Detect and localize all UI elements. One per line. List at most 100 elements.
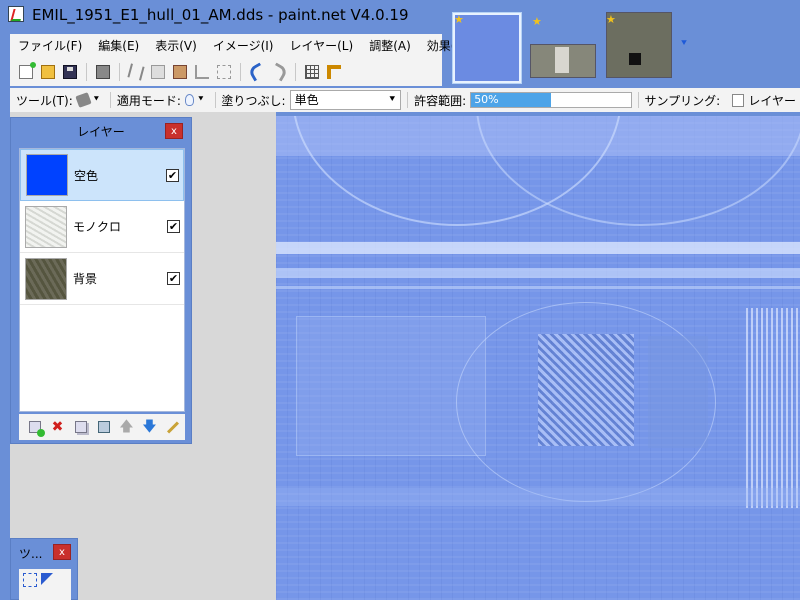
canvas-texture: [276, 268, 800, 278]
tabs-dropdown-icon[interactable]: ⯆: [680, 38, 688, 49]
duplicate-layer-button[interactable]: [71, 418, 90, 437]
sampling-layer-label: レイヤー: [748, 93, 796, 108]
layer-thumbnail: [26, 154, 68, 196]
main-toolbar: [10, 58, 442, 86]
canvas-texture: [648, 336, 708, 448]
copy-button[interactable]: [148, 62, 168, 82]
save-icon: [63, 65, 77, 79]
layer-name: 背景: [73, 272, 98, 286]
canvas-texture: [276, 286, 800, 289]
save-button[interactable]: [60, 62, 80, 82]
merge-layer-button[interactable]: [94, 418, 113, 437]
canvas-texture: [276, 488, 800, 506]
tools-palette: [19, 569, 71, 600]
ruler-icon: [327, 65, 341, 79]
layers-close-button[interactable]: x: [165, 123, 183, 139]
image-canvas[interactable]: [276, 116, 800, 600]
layer-thumbnail: [25, 205, 67, 248]
layer-visibility-checkbox[interactable]: ✔: [166, 168, 179, 182]
move-layer-down-button[interactable]: 🡇: [140, 418, 159, 437]
menu-bar: ファイル(F) 編集(E) 表示(V) イメージ(I) レイヤー(L) 調整(A…: [10, 34, 469, 58]
menu-edit[interactable]: 編集(E): [90, 34, 147, 58]
print-button[interactable]: [93, 62, 113, 82]
move-layer-up-button[interactable]: 🡅: [117, 418, 136, 437]
unsaved-star-icon: ★: [606, 13, 616, 26]
open-button[interactable]: [38, 62, 58, 82]
menu-adjustments[interactable]: 調整(A): [361, 34, 419, 58]
deselect-button[interactable]: [214, 62, 234, 82]
blend-mode-bulb-icon[interactable]: [184, 94, 195, 106]
layer-properties-button[interactable]: [163, 418, 182, 437]
crop-button[interactable]: [192, 62, 212, 82]
deselect-icon: [217, 65, 231, 79]
new-button[interactable]: [16, 62, 36, 82]
layer-row[interactable]: 背景 ✔: [20, 253, 184, 305]
move-selection-icon[interactable]: [41, 573, 53, 585]
tools-close-button[interactable]: x: [53, 544, 71, 560]
options-separator: [637, 92, 639, 108]
delete-layer-button[interactable]: ✖: [48, 418, 67, 437]
grid-button[interactable]: [302, 62, 322, 82]
toolbar-separator: [119, 63, 120, 81]
sampling-layer-checkbox[interactable]: [732, 93, 745, 107]
redo-button[interactable]: [269, 62, 289, 82]
undo-icon: [247, 62, 267, 82]
layer-visibility-checkbox[interactable]: ✔: [167, 220, 180, 233]
add-layer-icon: [28, 421, 45, 437]
merge-layer-icon: [97, 421, 110, 433]
paste-button[interactable]: [170, 62, 190, 82]
layer-row[interactable]: モノクロ ✔: [20, 201, 184, 253]
window-title: EMIL_1951_E1_hull_01_AM.dds - paint.net …: [32, 6, 409, 24]
toolbar-separator: [86, 63, 87, 81]
add-layer-button[interactable]: [25, 418, 45, 437]
blend-mode-dropdown-icon[interactable]: ⯆: [197, 95, 204, 105]
cut-icon: [127, 63, 145, 81]
toolbar-separator: [295, 63, 296, 81]
menu-file[interactable]: ファイル(F): [10, 34, 90, 58]
layers-list: 空色 ✔ モノクロ ✔ 背景 ✔: [19, 148, 185, 412]
unsaved-star-icon: ★: [454, 13, 464, 26]
rectangle-select-icon[interactable]: [23, 573, 37, 587]
menu-layers[interactable]: レイヤー(L): [281, 34, 361, 58]
layer-properties-icon: [166, 420, 179, 434]
fill-select[interactable]: 単色 ⯆: [289, 90, 402, 110]
canvas-texture: [276, 242, 800, 254]
fill-label: 塗りつぶし:: [221, 93, 286, 108]
image-tab-2[interactable]: [530, 44, 596, 78]
menu-image[interactable]: イメージ(I): [205, 34, 282, 58]
open-icon: [41, 65, 55, 79]
menu-view[interactable]: 表示(V): [147, 34, 205, 58]
options-separator: [214, 92, 216, 108]
tools-window-title: ツ...: [19, 547, 43, 561]
print-icon: [96, 65, 110, 79]
tolerance-label: 許容範囲:: [414, 93, 467, 108]
layers-window: レイヤー x 空色 ✔ モノクロ ✔ 背景 ✔ ✖ 🡅 🡇: [10, 117, 192, 444]
blend-mode-label: 適用モード:: [116, 93, 181, 108]
paint-bucket-icon[interactable]: [75, 92, 92, 108]
paste-icon: [173, 65, 187, 79]
cut-button[interactable]: [126, 62, 146, 82]
tool-dropdown-icon[interactable]: ⯆: [93, 95, 100, 105]
layer-row[interactable]: 空色 ✔: [20, 149, 184, 201]
layer-thumbnail: [25, 257, 67, 300]
layers-toolbar: ✖ 🡅 🡇: [19, 414, 185, 440]
undo-button[interactable]: [247, 62, 267, 82]
sampling-label: サンプリング:: [644, 93, 721, 108]
toolbar-separator: [240, 63, 241, 81]
options-separator: [109, 92, 111, 108]
redo-icon: [269, 62, 289, 82]
ruler-button[interactable]: [324, 62, 344, 82]
chevron-down-icon: ⯆: [388, 94, 397, 105]
layers-window-title: レイヤー: [77, 125, 125, 139]
tool-label: ツール(T):: [16, 93, 73, 108]
paintnet-app-icon[interactable]: [8, 6, 24, 22]
tolerance-slider[interactable]: 50%: [470, 92, 632, 108]
canvas-texture: [538, 334, 634, 446]
layer-visibility-checkbox[interactable]: ✔: [167, 272, 180, 285]
unsaved-star-icon: ★: [532, 15, 542, 28]
tab-thumbnail: [455, 15, 519, 81]
tools-window: ツ... x: [10, 538, 78, 600]
copy-icon: [151, 65, 165, 79]
crop-icon: [195, 65, 209, 79]
new-icon: [19, 62, 36, 79]
